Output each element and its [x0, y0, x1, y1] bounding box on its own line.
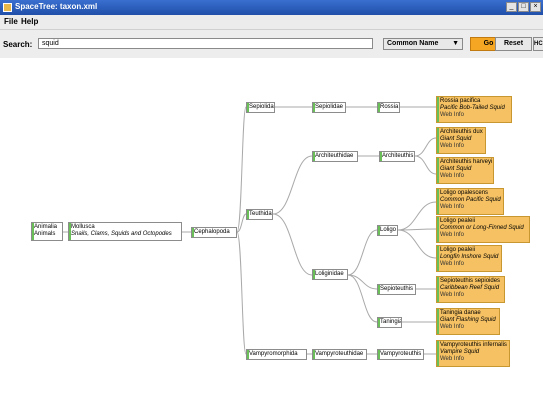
search-toolbar: Search: squid Common Name ▼ Go Reset HC	[0, 30, 543, 59]
web-info-link[interactable]: Web Info	[440, 173, 490, 180]
node-sepiolidae[interactable]: Sepiolidae	[312, 102, 346, 113]
app-icon	[3, 3, 12, 12]
leaf-loligo-pealeii-1[interactable]: Loligo pealeii Common or Long-Finned Squ…	[436, 216, 530, 243]
node-loligo[interactable]: Loligo	[377, 225, 398, 236]
leaf-scientific-name: Taningia danae	[440, 310, 481, 316]
search-label: Search:	[3, 40, 33, 49]
window-controls: _ □ ×	[506, 2, 541, 12]
node-vampyromorphida[interactable]: Vampyromorphida	[246, 349, 307, 360]
web-info-link[interactable]: Web Info	[440, 204, 500, 211]
menu-file[interactable]: File	[4, 17, 18, 26]
minimize-icon[interactable]: _	[506, 2, 517, 12]
node-teuthida[interactable]: Teuthida	[246, 209, 273, 220]
edge	[272, 213, 313, 276]
leaf-common-name: Pacific Bob-Tailed Squid	[440, 105, 505, 111]
leaf-vampyroteuthis-infernalis[interactable]: Vampyroteuthis infernalis Vampire Squid …	[436, 340, 510, 367]
leaf-common-name: Vampire Squid	[440, 349, 480, 355]
node-architeuthidae[interactable]: Architeuthidae	[312, 151, 358, 162]
leaf-common-name: Giant Squid	[440, 136, 472, 142]
node-vampyroteuthidae[interactable]: Vampyroteuthidae	[312, 349, 367, 360]
web-info-link[interactable]: Web Info	[440, 112, 508, 119]
edge	[236, 231, 247, 355]
edge	[272, 155, 313, 215]
leaf-common-name: Caribbean Reef Squid	[440, 285, 500, 291]
leaf-loligo-opalescens[interactable]: Loligo opalescens Common Pacific Squid W…	[436, 188, 504, 215]
node-label: Animalia	[34, 224, 58, 230]
tree-canvas[interactable]: Animalia Animals Mollusca Snails, Clams,…	[8, 58, 543, 409]
node-vampyroteuthis[interactable]: Vampyroteuthis	[377, 349, 424, 360]
edge	[236, 106, 247, 233]
web-info-link[interactable]: Web Info	[440, 356, 506, 363]
menu-bar: File Help	[0, 15, 543, 30]
leaf-architeuthis-dux[interactable]: Architeuthis dux Giant Squid Web Info	[436, 127, 486, 154]
leaf-sepioteuthis-sepioides[interactable]: Sepioteuthis sepioides Caribbean Reef Sq…	[436, 276, 505, 303]
leaf-common-name: Longfin Inshore Squid	[440, 254, 499, 260]
web-info-link[interactable]: Web Info	[440, 324, 496, 331]
chevron-down-icon: ▼	[452, 40, 459, 47]
leaf-scientific-name: Loligo pealeii	[440, 247, 476, 253]
node-sublabel: Snails, Clams, Squids and Octopodes	[71, 231, 172, 237]
node-rossia[interactable]: Rossia	[377, 102, 400, 113]
node-loliginidae[interactable]: Loliginidae	[312, 269, 348, 280]
window-title: SpaceTree: taxon.xml	[15, 2, 98, 11]
node-cephalopoda[interactable]: Cephalopoda	[191, 227, 237, 238]
leaf-common-name: Giant Flashing Squid	[440, 317, 496, 323]
edge	[347, 229, 378, 276]
edge	[414, 155, 437, 175]
web-info-link[interactable]: Web Info	[440, 261, 498, 268]
leaf-scientific-name: Architeuthis harveyi	[440, 159, 493, 165]
leaf-scientific-name: Loligo opalescens	[440, 190, 489, 196]
menu-help[interactable]: Help	[21, 17, 38, 26]
leaf-common-name: Giant Squid	[440, 166, 472, 172]
node-architeuthis[interactable]: Architeuthis	[379, 151, 415, 162]
leaf-loligo-pealeii-2[interactable]: Loligo pealeii Longfin Inshore Squid Web…	[436, 245, 502, 272]
node-mollusca[interactable]: Mollusca Snails, Clams, Squids and Octop…	[68, 222, 182, 241]
edge	[414, 137, 437, 157]
node-label: Mollusca	[71, 224, 95, 230]
edge	[397, 201, 437, 231]
leaf-scientific-name: Architeuthis dux	[440, 129, 483, 135]
leaf-architeuthis-harveyi[interactable]: Architeuthis harveyi Giant Squid Web Inf…	[436, 157, 494, 184]
leaf-scientific-name: Loligo pealeii	[440, 218, 476, 224]
search-input[interactable]: squid	[38, 38, 373, 49]
leaf-common-name: Common Pacific Squid	[440, 197, 501, 203]
leaf-scientific-name: Rossia pacifica	[440, 98, 481, 104]
node-taningia[interactable]: Taningia	[377, 317, 402, 328]
search-mode-value: Common Name	[387, 40, 439, 47]
web-info-link[interactable]: Web Info	[440, 143, 482, 150]
web-info-link[interactable]: Web Info	[440, 232, 526, 239]
node-sepioteuthis[interactable]: Sepioteuthis	[377, 284, 416, 295]
maximize-icon[interactable]: □	[518, 2, 529, 12]
edge	[397, 229, 437, 259]
leaf-scientific-name: Sepioteuthis sepioides	[440, 278, 501, 284]
leaf-taningia-danae[interactable]: Taningia danae Giant Flashing Squid Web …	[436, 308, 500, 335]
title-bar: SpaceTree: taxon.xml _ □ ×	[0, 0, 543, 15]
leaf-rossia-pacifica[interactable]: Rossia pacifica Pacific Bob-Tailed Squid…	[436, 96, 512, 123]
reset-button[interactable]: Reset	[495, 37, 532, 51]
close-icon[interactable]: ×	[530, 2, 541, 12]
node-sepiolida[interactable]: Sepiolida	[246, 102, 275, 113]
hc-button[interactable]: HC	[533, 37, 543, 51]
leaf-common-name: Common or Long-Finned Squid	[440, 225, 524, 231]
leaf-scientific-name: Vampyroteuthis infernalis	[440, 342, 507, 348]
search-mode-select[interactable]: Common Name ▼	[383, 38, 463, 50]
web-info-link[interactable]: Web Info	[440, 292, 501, 299]
node-animalia[interactable]: Animalia Animals	[31, 222, 63, 241]
node-sublabel: Animals	[34, 231, 56, 237]
